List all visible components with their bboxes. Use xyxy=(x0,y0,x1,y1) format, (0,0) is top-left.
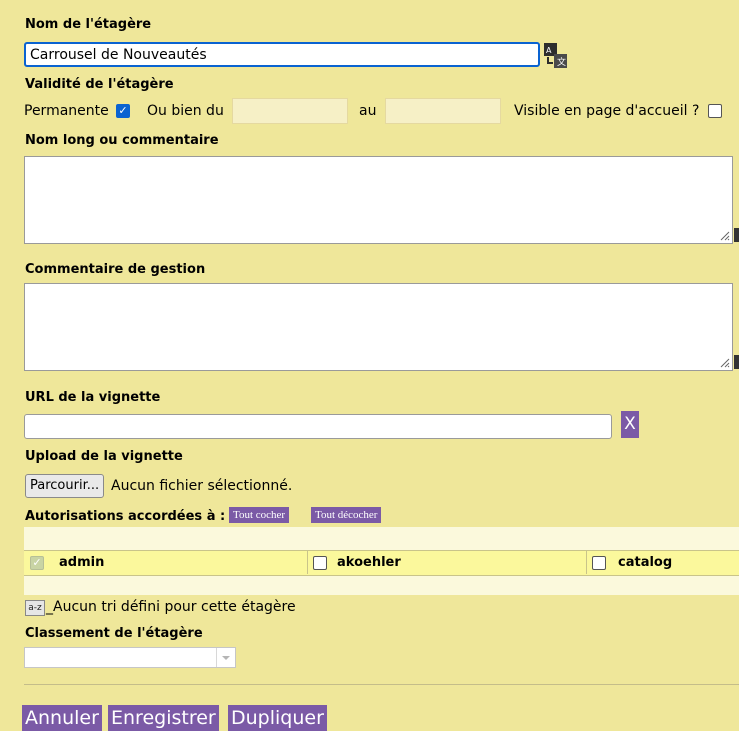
visible-home-checkbox[interactable] xyxy=(708,104,722,118)
management-comment-label: Commentaire de gestion xyxy=(25,262,206,277)
browse-button[interactable]: Parcourir... xyxy=(25,474,105,498)
duplicate-button[interactable]: Dupliquer xyxy=(228,705,327,731)
user-checkbox-admin: ✓ xyxy=(30,556,44,570)
management-comment-textarea[interactable] xyxy=(24,283,733,371)
classification-label: Classement de l'étagère xyxy=(25,626,203,641)
user-checkbox-catalog[interactable] xyxy=(592,556,606,570)
shelf-name-input[interactable] xyxy=(24,42,540,67)
svg-text:文: 文 xyxy=(557,56,566,68)
long-name-label: Nom long ou commentaire xyxy=(25,133,219,148)
date-from-input[interactable] xyxy=(232,98,348,124)
long-name-textarea[interactable] xyxy=(24,156,733,244)
no-file-text: Aucun fichier sélectionné. xyxy=(111,478,293,494)
user-name: akoehler xyxy=(337,555,401,570)
thumbnail-url-input[interactable] xyxy=(24,414,612,439)
divider xyxy=(24,684,739,685)
sort-az-icon[interactable]: a-z xyxy=(25,600,45,616)
permanent-checkbox[interactable]: ✓ xyxy=(116,104,130,118)
check-all-button[interactable]: Tout cocher xyxy=(229,507,290,523)
cancel-button[interactable]: Annuler xyxy=(22,705,102,731)
save-button[interactable]: Enregistrer xyxy=(108,705,219,731)
uncheck-all-button[interactable]: Tout décocher xyxy=(311,507,382,523)
shelf-name-label: Nom de l'étagère xyxy=(25,17,152,32)
permanent-label: Permanente xyxy=(24,103,109,119)
user-name: admin xyxy=(59,555,105,570)
or-from-label: Ou bien du xyxy=(147,103,224,119)
thumbnail-upload-label: Upload de la vignette xyxy=(25,449,183,464)
permissions-label: Autorisations accordées à : xyxy=(25,509,226,524)
resize-grip-icon[interactable] xyxy=(718,356,730,368)
classification-select[interactable] xyxy=(24,647,236,668)
thumbnail-url-label: URL de la vignette xyxy=(25,390,161,405)
translate-icon[interactable]: A 文 xyxy=(543,42,569,70)
visible-home-label: Visible en page d'accueil ? xyxy=(514,103,700,119)
clear-url-button[interactable]: X xyxy=(621,411,639,438)
to-label: au xyxy=(359,103,377,119)
chevron-down-icon xyxy=(216,648,235,667)
user-checkbox-akoehler[interactable] xyxy=(313,556,327,570)
sort-text: _Aucun tri défini pour cette étagère xyxy=(46,599,296,615)
svg-text:A: A xyxy=(546,46,552,55)
resize-grip-icon[interactable] xyxy=(718,229,730,241)
date-to-input[interactable] xyxy=(385,98,501,124)
user-name: catalog xyxy=(618,555,673,570)
validity-label: Validité de l'étagère xyxy=(25,77,174,92)
